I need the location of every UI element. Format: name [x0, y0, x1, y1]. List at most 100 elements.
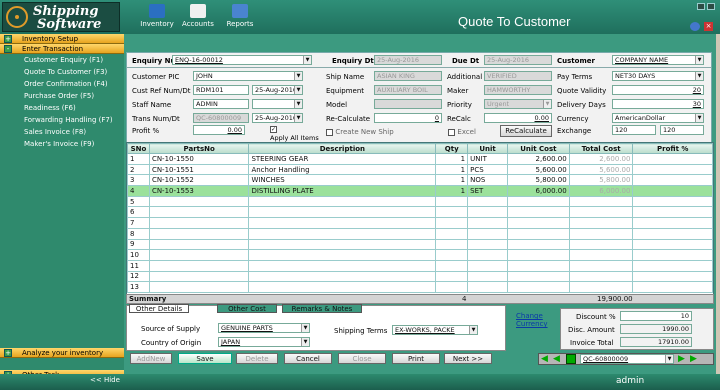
table-cell[interactable] [632, 195, 713, 208]
customer-pic-field[interactable]: JOHN ▼ [193, 71, 303, 81]
table-cell[interactable]: 13 [127, 281, 150, 293]
table-cell[interactable] [148, 227, 250, 240]
table-row[interactable]: 7 [127, 217, 713, 229]
equipment-field[interactable]: AUXILIARY BOIL [374, 85, 442, 95]
table-cell[interactable]: 2,600.00 [506, 153, 570, 165]
apply-all-checkbox[interactable]: ✓ Apply All Items [270, 124, 319, 142]
table-cell[interactable]: 6,000.00 [506, 185, 570, 197]
shipping-field[interactable]: EX-WORKS, PACKE ▼ [392, 325, 478, 335]
staff-dropdown[interactable]: ▼ [252, 99, 303, 109]
table-cell[interactable] [568, 217, 634, 229]
table-cell[interactable] [148, 281, 250, 293]
table-cell[interactable]: 1 [127, 153, 150, 165]
table-cell[interactable] [148, 217, 250, 229]
excel-checkbox[interactable]: Excel [448, 127, 476, 136]
table-cell[interactable]: 4 [127, 185, 150, 197]
table-cell[interactable] [632, 153, 713, 165]
column-header[interactable]: Unit Cost [506, 143, 570, 154]
table-cell[interactable] [248, 281, 437, 293]
table-cell[interactable] [632, 217, 713, 229]
reports-button[interactable]: Reports [220, 4, 260, 28]
table-cell[interactable] [435, 206, 469, 219]
table-cell[interactable] [632, 185, 713, 197]
create-ship-checkbox[interactable]: Create New Ship [326, 127, 394, 136]
cancel-button[interactable]: Cancel [284, 353, 332, 364]
table-cell[interactable] [435, 270, 469, 283]
table-cell[interactable] [632, 163, 713, 176]
table-cell[interactable] [632, 174, 713, 187]
column-header[interactable]: Qty [435, 143, 469, 154]
table-cell[interactable]: CN-10-1551 [148, 163, 250, 176]
table-cell[interactable] [568, 259, 634, 272]
table-cell[interactable] [148, 249, 250, 261]
table-cell[interactable] [506, 270, 570, 283]
table-cell[interactable]: 5,600.00 [506, 163, 570, 176]
table-row[interactable]: 1 CN-10-1550 STEERING GEAR 1 UNIT 2,600.00 2,6… [127, 153, 713, 165]
table-cell[interactable] [632, 270, 713, 283]
table-cell[interactable] [506, 195, 570, 208]
sidebar-item-readiness[interactable]: Readiness (F6) [0, 102, 124, 114]
table-cell[interactable] [467, 259, 508, 272]
table-cell[interactable] [467, 270, 508, 283]
table-cell[interactable] [467, 249, 508, 261]
table-cell[interactable] [568, 281, 634, 293]
additional-field[interactable]: VERIFIED [484, 71, 552, 81]
trans-field[interactable]: QC-60800009 [193, 113, 249, 123]
table-cell[interactable]: SET [467, 185, 508, 197]
table-cell[interactable] [248, 238, 437, 251]
table-row[interactable]: 13 [127, 281, 713, 293]
table-cell[interactable] [248, 270, 437, 283]
table-cell[interactable]: 11 [127, 259, 150, 272]
table-cell[interactable] [148, 270, 250, 283]
table-cell[interactable] [506, 227, 570, 240]
sidebar-item-customer-enquiry[interactable]: Customer Enquiry (F1) [0, 54, 124, 66]
table-row[interactable]: 5 [127, 195, 713, 208]
model-field[interactable] [374, 99, 442, 109]
table-cell[interactable] [435, 227, 469, 240]
table-cell[interactable]: 2,600.00 [568, 153, 634, 165]
table-row[interactable]: 3 CN-10-1552 WINCHES 1 NOS 5,800.00 5,800.00 [127, 174, 713, 187]
print-button[interactable]: Print [392, 353, 440, 364]
table-cell[interactable] [568, 227, 634, 240]
table-cell[interactable] [568, 238, 634, 251]
delete-button[interactable]: Delete [236, 353, 278, 364]
sidebar-item-sales-invoice[interactable]: Sales Invoice (F8) [0, 126, 124, 138]
table-cell[interactable] [435, 249, 469, 261]
minimize-icon[interactable] [697, 3, 705, 10]
table-cell[interactable] [632, 281, 713, 293]
addnew-button[interactable]: AddNew [130, 353, 172, 364]
table-cell[interactable] [248, 206, 437, 219]
table-cell[interactable]: 8 [127, 227, 150, 240]
supply-field[interactable]: GENUINE PARTS ▼ [218, 323, 310, 333]
table-cell[interactable] [632, 249, 713, 261]
table-cell[interactable]: 1 [435, 185, 469, 197]
table-cell[interactable] [467, 217, 508, 229]
ship-name-field[interactable]: ASIAN KING [374, 71, 442, 81]
table-cell[interactable]: CN-10-1553 [148, 185, 250, 197]
table-cell[interactable] [568, 249, 634, 261]
table-cell[interactable] [632, 259, 713, 272]
table-cell[interactable] [248, 195, 437, 208]
table-cell[interactable]: 6,000.00 [568, 185, 634, 197]
table-row[interactable]: 2 CN-10-1551 Anchor Handling 1 PCS 5,600.00 5,… [127, 163, 713, 176]
cust-ref-date-field[interactable]: 25-Aug-2016 ▼ [252, 85, 303, 95]
profit-field[interactable]: 0.00 [193, 125, 245, 135]
quote-validity-field[interactable]: 20 [612, 85, 704, 95]
sidebar-section-analyze[interactable]: + Analyze your inventory [0, 348, 124, 358]
table-cell[interactable] [632, 227, 713, 240]
table-cell[interactable] [148, 206, 250, 219]
cust-ref-field[interactable]: RDM101 [193, 85, 249, 95]
maker-field[interactable]: HAMWORTHY [484, 85, 552, 95]
close-button[interactable]: Close [338, 353, 386, 364]
table-cell[interactable]: 3 [127, 174, 150, 187]
recalculate-button[interactable]: ReCalculate [500, 125, 552, 137]
delivery-days-field[interactable]: 30 [612, 99, 704, 109]
table-cell[interactable]: 7 [127, 217, 150, 229]
table-cell[interactable] [248, 249, 437, 261]
search-record-icon[interactable] [566, 354, 576, 364]
staff-field[interactable]: ADMIN [193, 99, 249, 109]
column-header[interactable]: Description [248, 143, 437, 154]
table-cell[interactable] [632, 238, 713, 251]
table-cell[interactable] [467, 227, 508, 240]
table-cell[interactable]: 1 [435, 163, 469, 176]
